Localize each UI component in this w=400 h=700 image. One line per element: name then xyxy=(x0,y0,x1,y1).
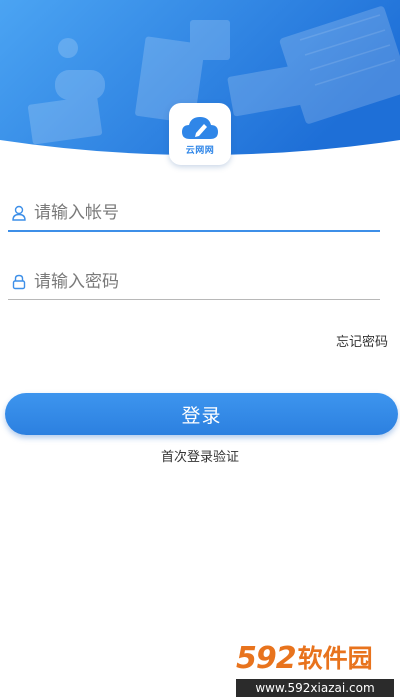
cloud-pen-icon xyxy=(182,116,218,139)
site-watermark: 592 软件园 www.592xiazai.com xyxy=(236,641,396,697)
logo-text: 云网网 xyxy=(185,145,215,156)
watermark-logo: 592 软件园 xyxy=(236,641,396,677)
account-input[interactable] xyxy=(34,203,354,223)
account-field xyxy=(8,196,380,232)
user-icon xyxy=(8,202,30,224)
watermark-text: 软件园 xyxy=(297,644,373,673)
watermark-number: 592 xyxy=(236,641,297,676)
first-login-verify-link[interactable]: 首次登录验证 xyxy=(0,446,400,465)
watermark-url: www.592xiazai.com xyxy=(236,679,394,697)
app-logo: 云网网 xyxy=(169,103,231,165)
password-input[interactable] xyxy=(34,272,354,292)
password-field xyxy=(8,265,380,300)
login-button[interactable]: 登录 xyxy=(5,393,398,435)
login-screen: 云网网 忘记密码 登录 首次登录验证 592 软件园 www.592xiazai… xyxy=(0,0,400,700)
lock-icon xyxy=(8,271,30,293)
forgot-password-link[interactable]: 忘记密码 xyxy=(336,331,388,350)
